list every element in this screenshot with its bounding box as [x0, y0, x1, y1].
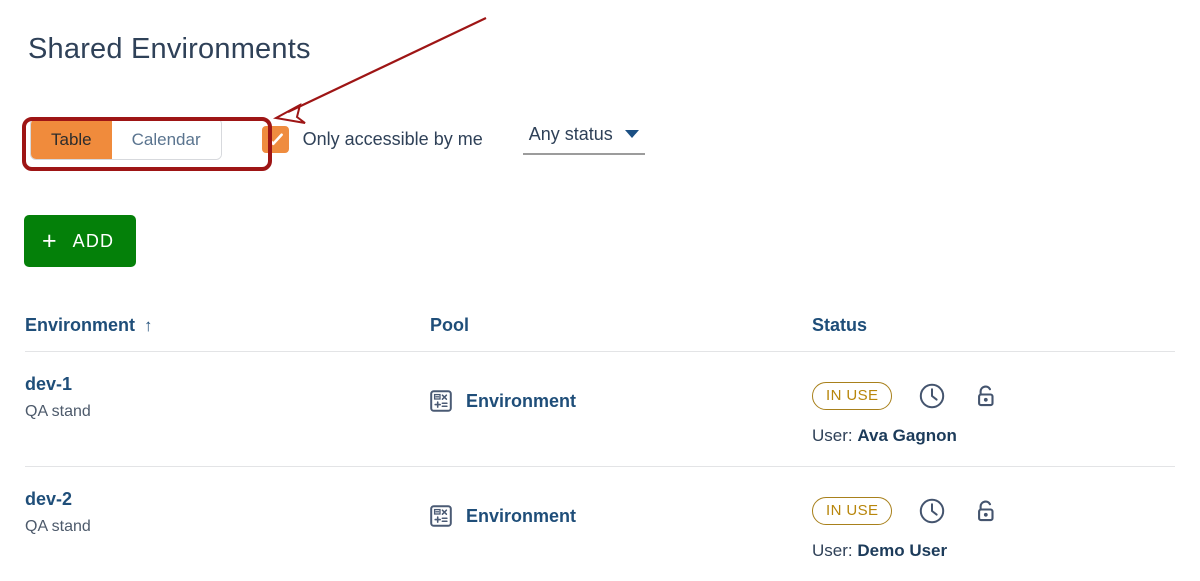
pool-label: Environment [466, 390, 577, 411]
view-toggle-calendar[interactable]: Calendar [111, 119, 221, 159]
view-toggle[interactable]: Table Calendar [30, 118, 222, 160]
plus-icon: + [42, 226, 57, 255]
only-accessible-label: Only accessible by me [302, 128, 483, 149]
sort-ascending-icon: ↑ [144, 315, 153, 335]
status-cell: IN USE User: Ava Gagnon [812, 374, 1175, 446]
pool-cell: Environment [430, 489, 812, 527]
clock-icon[interactable] [918, 497, 946, 525]
status-filter-value: Any status [528, 123, 613, 144]
environment-description: QA stand [25, 518, 91, 535]
table-row[interactable]: dev-2 QA stand Environment IN USE User: … [0, 467, 1200, 581]
add-button-label: ADD [72, 230, 115, 251]
table-header-row: Environment ↑ Pool Status [0, 300, 1200, 351]
pool-link[interactable]: Environment [430, 374, 812, 412]
calculator-grid-icon [430, 390, 452, 412]
status-user-name: Demo User [857, 541, 948, 560]
view-toggle-table[interactable]: Table [31, 119, 112, 159]
calculator-grid-icon [430, 505, 452, 527]
column-header-pool-label: Pool [430, 315, 469, 335]
chevron-down-icon [624, 130, 639, 138]
toolbar: Table Calendar Only accessible by me Any… [24, 118, 645, 160]
status-badge: IN USE [812, 497, 893, 525]
page-title: Shared Environments [28, 33, 311, 65]
status-user-name: Ava Gagnon [857, 426, 957, 445]
status-icons: IN USE [812, 382, 1175, 410]
unlock-icon[interactable] [972, 497, 1000, 525]
status-user-line: User: Ava Gagnon [812, 426, 1175, 446]
column-header-status-label: Status [812, 315, 868, 335]
add-button[interactable]: + ADD [24, 215, 137, 267]
status-user-label: User: [812, 426, 853, 445]
check-icon [267, 132, 283, 145]
environment-cell: dev-1 QA stand [25, 374, 430, 421]
environment-link[interactable]: dev-1 [25, 374, 72, 395]
pool-cell: Environment [430, 374, 812, 412]
pool-link[interactable]: Environment [430, 489, 812, 527]
status-badge: IN USE [812, 382, 893, 410]
table-row[interactable]: dev-1 QA stand Environment IN USE User: … [0, 352, 1200, 466]
status-filter-select[interactable]: Any status [522, 123, 645, 155]
only-accessible-checkbox[interactable] [261, 125, 289, 153]
environment-description: QA stand [25, 403, 91, 420]
column-header-pool[interactable]: Pool [430, 315, 812, 336]
status-icons: IN USE [812, 497, 1175, 525]
unlock-icon[interactable] [972, 382, 1000, 410]
environments-table: Environment ↑ Pool Status dev-1 QA stand [0, 300, 1200, 581]
status-user-label: User: [812, 541, 853, 560]
column-header-status[interactable]: Status [812, 315, 1175, 336]
pool-label: Environment [466, 505, 577, 526]
column-header-environment-label: Environment [25, 315, 136, 335]
status-cell: IN USE User: Demo User [812, 489, 1175, 561]
status-user-line: User: Demo User [812, 541, 1175, 561]
only-accessible-checkbox-wrap[interactable]: Only accessible by me [261, 125, 483, 153]
environment-link[interactable]: dev-2 [25, 489, 72, 510]
environment-cell: dev-2 QA stand [25, 489, 430, 536]
clock-icon[interactable] [918, 382, 946, 410]
column-header-environment[interactable]: Environment ↑ [25, 315, 430, 336]
